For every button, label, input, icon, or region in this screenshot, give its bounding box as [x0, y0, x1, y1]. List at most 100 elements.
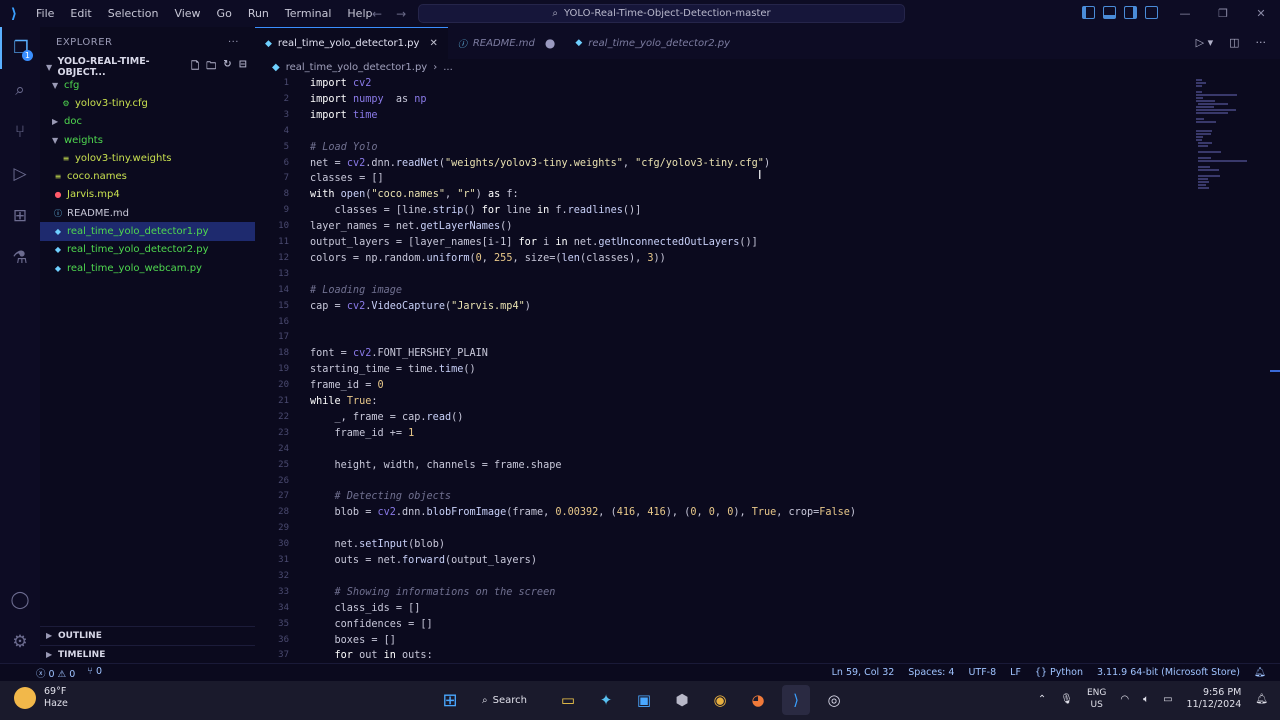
accounts-icon[interactable]: ◯: [0, 579, 40, 621]
line-number: 16: [278, 316, 289, 327]
tree-file[interactable]: ● Jarvis.mp4: [40, 186, 255, 204]
code-token: for: [310, 650, 360, 662]
editor-tab[interactable]: ⓘ README.md ●: [448, 27, 566, 59]
breadcrumb-more[interactable]: ...: [443, 62, 453, 73]
tree-file[interactable]: ◆ real_time_yolo_detector1.py: [40, 222, 255, 241]
menu-item-view[interactable]: View: [166, 0, 208, 27]
weather-widget[interactable]: 69°F Haze: [14, 686, 68, 710]
split-editor-icon[interactable]: ◫: [1229, 36, 1239, 49]
close-window-icon[interactable]: ✕: [1242, 0, 1280, 27]
run-python-file-icon[interactable]: ▷ ▾: [1196, 36, 1213, 49]
notifications-bell-icon[interactable]: 🔔︎: [1254, 667, 1266, 678]
chevron-right-icon: ▶: [52, 117, 59, 127]
ports-indicator[interactable]: ⑂ 0: [87, 666, 102, 680]
maximize-icon[interactable]: ❐: [1204, 0, 1242, 27]
code-token: read: [426, 411, 452, 423]
back-arrow-icon[interactable]: ←: [372, 7, 382, 21]
editor-tab[interactable]: ◆ real_time_yolo_detector2.py: [565, 27, 740, 59]
code-editor[interactable]: 1 import cv2 2 import numpy as np 3 import ti…: [255, 75, 1190, 663]
problems-indicator[interactable]: ⓧ 0 ⚠ 0: [36, 666, 75, 680]
tree-file[interactable]: ≡ coco.names: [40, 167, 255, 185]
menu-item-selection[interactable]: Selection: [100, 0, 167, 27]
tree-folder[interactable]: ▶ doc: [40, 113, 255, 131]
tree-file[interactable]: ◆ real_time_yolo_webcam.py: [40, 259, 255, 277]
customize-layout-icon[interactable]: [1145, 6, 1158, 19]
refresh-icon[interactable]: ↻: [223, 59, 231, 76]
unsaved-dot-icon[interactable]: ●: [545, 36, 555, 50]
minimap-line: [1196, 100, 1215, 102]
clock[interactable]: 9:56 PM 11/12/2024: [1187, 687, 1242, 711]
file-explorer-icon[interactable]: ▭: [554, 685, 582, 715]
breadcrumb-file[interactable]: real_time_yolo_detector1.py: [286, 62, 428, 73]
toggle-primary-sidebar-icon[interactable]: [1082, 6, 1095, 19]
microphone-icon[interactable]: 🎙︎: [1060, 694, 1073, 705]
outline-section[interactable]: ▶ OUTLINE: [40, 626, 255, 644]
run-debug-icon[interactable]: ▷: [0, 153, 40, 195]
menu-item-edit[interactable]: Edit: [62, 0, 99, 27]
code-token: for: [518, 237, 544, 248]
code-text: class_ids = []: [310, 601, 421, 617]
settings-gear-icon[interactable]: ⚙: [0, 621, 40, 663]
chrome-icon[interactable]: ◉: [706, 685, 734, 715]
collapse-all-icon[interactable]: ⊟: [239, 59, 247, 76]
input-language[interactable]: ENG US: [1087, 687, 1106, 711]
battery-icon[interactable]: ▭: [1163, 694, 1172, 705]
tree-folder[interactable]: ▼ weights: [40, 131, 255, 149]
command-center[interactable]: ⌕ YOLO-Real-Time-Object-Detection-master: [418, 4, 905, 23]
code-text: # Load Yolo: [310, 140, 377, 156]
timeline-section[interactable]: ▶ TIMELINE: [40, 645, 255, 663]
end-of-line[interactable]: LF: [1010, 667, 1021, 678]
encoding[interactable]: UTF-8: [968, 667, 996, 678]
region-code: US: [1090, 700, 1103, 710]
code-token: font =: [310, 348, 353, 360]
tree-file[interactable]: ⓘ README.md: [40, 204, 255, 222]
taskbar-search[interactable]: ⌕ Search: [474, 687, 544, 713]
tree-file[interactable]: ≡ yolov3-tiny.weights: [40, 149, 255, 167]
app-icon[interactable]: ⬢: [668, 685, 696, 715]
more-actions-icon[interactable]: ···: [228, 37, 239, 48]
code-token: (classes),: [579, 252, 648, 264]
minimap-line: [1198, 145, 1208, 147]
vscode-taskbar-icon[interactable]: ⟩: [782, 685, 810, 715]
cursor-position[interactable]: Ln 59, Col 32: [832, 667, 895, 678]
start-windows-icon[interactable]: ⊞: [436, 685, 464, 715]
info-file-icon: ⓘ: [457, 39, 467, 50]
code-token: "coco.names": [371, 189, 445, 201]
new-folder-icon[interactable]: 🗀: [206, 59, 216, 76]
copilot-icon[interactable]: ✦: [592, 685, 620, 715]
notification-icon[interactable]: 🔔︎: [1255, 694, 1268, 705]
minimap-line: [1196, 97, 1203, 99]
minimap[interactable]: [1190, 75, 1280, 663]
menu-item-terminal[interactable]: Terminal: [277, 0, 340, 27]
forward-arrow-icon[interactable]: →: [396, 7, 406, 21]
menu-item-go[interactable]: Go: [209, 0, 240, 27]
status-bar: ⓧ 0 ⚠ 0 ⑂ 0 Ln 59, Col 32 Spaces: 4 UTF-…: [0, 663, 1280, 681]
more-actions-icon[interactable]: ···: [1256, 36, 1267, 49]
firefox-icon[interactable]: ◕: [744, 685, 772, 715]
source-control-icon[interactable]: ⑂: [0, 111, 40, 153]
indentation[interactable]: Spaces: 4: [908, 667, 954, 678]
testing-icon[interactable]: ⚗: [0, 237, 40, 279]
menu-item-run[interactable]: Run: [240, 0, 277, 27]
explorer-icon[interactable]: ❐ 1: [0, 27, 40, 69]
search-icon[interactable]: ⌕: [0, 69, 40, 111]
language-mode[interactable]: {} Python: [1035, 667, 1083, 678]
editor-tab[interactable]: ◆ real_time_yolo_detector1.py ✕: [255, 27, 448, 59]
tree-folder[interactable]: ▼ cfg: [40, 76, 255, 94]
toggle-secondary-sidebar-icon[interactable]: [1124, 6, 1137, 19]
menu-item-file[interactable]: File: [28, 0, 62, 27]
chevron-up-icon[interactable]: ⌃: [1038, 694, 1046, 705]
minimize-icon[interactable]: —: [1166, 0, 1204, 27]
close-tab-icon[interactable]: ✕: [429, 38, 437, 49]
new-file-icon[interactable]: 🗋: [191, 59, 199, 76]
volume-icon[interactable]: 🔈︎: [1143, 694, 1149, 705]
chrome-alt-icon[interactable]: ◎: [820, 685, 848, 715]
wifi-icon[interactable]: ◠: [1120, 694, 1129, 705]
tree-file[interactable]: ◆ real_time_yolo_detector2.py: [40, 241, 255, 259]
microsoft-store-icon[interactable]: ▣: [630, 685, 658, 715]
extensions-icon[interactable]: ⊞: [0, 195, 40, 237]
workspace-root-folder[interactable]: ▼ YOLO-REAL-TIME-OBJECT... 🗋 🗀 ↻ ⊟: [40, 56, 255, 78]
tree-file[interactable]: ⚙ yolov3-tiny.cfg: [40, 94, 255, 112]
python-interpreter[interactable]: 3.11.9 64-bit (Microsoft Store): [1097, 667, 1240, 678]
toggle-panel-icon[interactable]: [1103, 6, 1116, 19]
